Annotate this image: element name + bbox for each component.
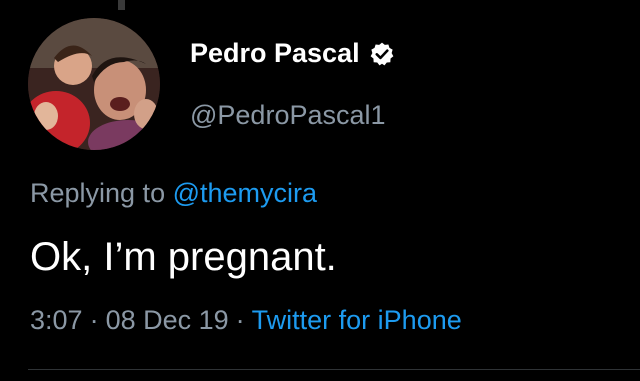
tweet-source-link[interactable]: Twitter for iPhone [252, 305, 462, 335]
tweet-date[interactable]: 08 Dec 19 [106, 305, 229, 335]
meta-separator: · [235, 305, 245, 335]
reply-context: Replying to @themycira [30, 178, 317, 209]
avatar-photo [28, 18, 160, 150]
avatar[interactable] [28, 18, 160, 150]
tweet-text: Ok, I’m pregnant. [30, 235, 337, 279]
author-name-row[interactable]: Pedro Pascal [190, 38, 395, 69]
meta-separator: · [89, 305, 99, 335]
top-edge-mark [118, 0, 125, 10]
divider [28, 369, 640, 370]
tweet-meta: 3:07 · 08 Dec 19 · Twitter for iPhone [30, 305, 462, 336]
author-handle[interactable]: @PedroPascal1 [190, 100, 386, 131]
reply-handle-link[interactable]: @themycira [173, 178, 317, 208]
tweet-time[interactable]: 3:07 [30, 305, 83, 335]
reply-prefix: Replying to [30, 178, 166, 208]
author-display-name[interactable]: Pedro Pascal [190, 38, 360, 69]
verified-badge-icon [369, 41, 395, 67]
